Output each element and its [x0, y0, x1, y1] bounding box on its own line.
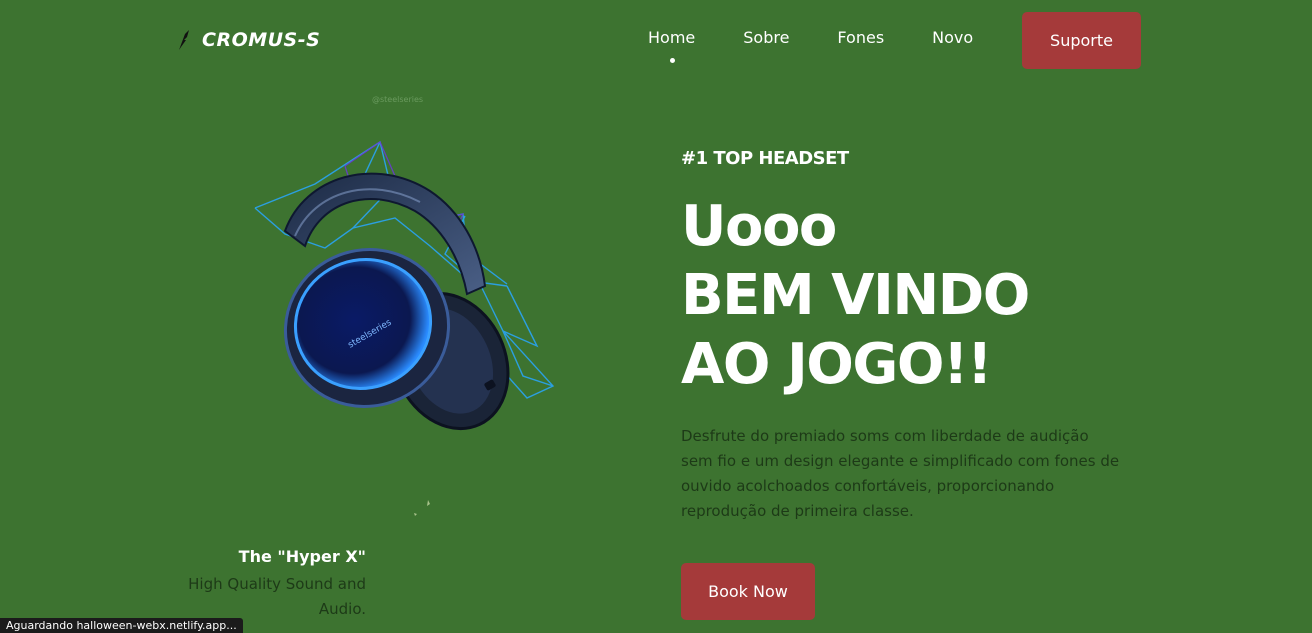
headline-line-3: AO JOGO!!	[681, 332, 993, 397]
nav-fones-label: Fones	[837, 28, 885, 47]
nav-sobre[interactable]: Sobre	[743, 28, 789, 47]
book-now-button[interactable]: Book Now	[681, 563, 815, 620]
product-description: High Quality Sound and Audio.	[188, 575, 366, 618]
feather-icon	[179, 30, 189, 50]
active-indicator	[669, 58, 675, 63]
nav-sobre-label: Sobre	[743, 28, 790, 47]
browser-status-bar: Aguardando halloween-webx.netlify.app...	[0, 618, 243, 633]
tagline: #1 TOP HEADSET	[681, 148, 849, 169]
nav-home[interactable]: Home	[648, 28, 696, 63]
headset-illustration: steelseries	[254, 140, 555, 431]
hero-description: Desfrute do premiado soms com liberdade …	[681, 427, 1120, 520]
logo[interactable]: CROMUS-S	[176, 28, 320, 52]
main-nav: Home Sobre Fones Novo	[624, 28, 997, 63]
nav-fones[interactable]: Fones	[837, 28, 884, 47]
support-button[interactable]: Suporte	[1022, 12, 1141, 69]
nav-home-label: Home	[648, 28, 696, 47]
nav-novo[interactable]: Novo	[932, 28, 973, 47]
headline-line-1: Uooo	[681, 194, 837, 259]
hero-headline: Uooo BEM VINDO AO JOGO!!	[681, 192, 1030, 399]
site-header: CROMUS-S Home Sobre Fones Novo Suporte	[0, 0, 1312, 82]
decorative-specks	[414, 500, 430, 516]
headline-line-2: BEM VINDO	[681, 263, 1030, 328]
nav-novo-label: Novo	[932, 28, 974, 47]
product-name: The "Hyper X"	[238, 547, 366, 566]
image-watermark: @steelseries	[372, 95, 424, 104]
logo-text: CROMUS-S	[202, 29, 321, 51]
